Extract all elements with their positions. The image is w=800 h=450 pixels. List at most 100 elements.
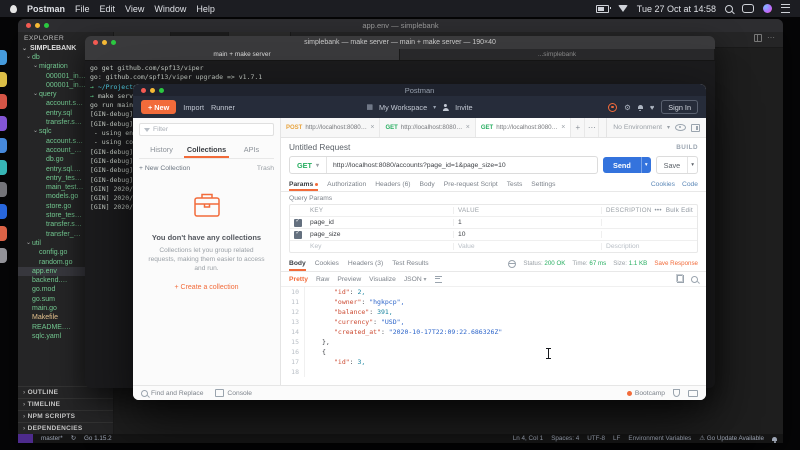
menubar-clock[interactable]: Tue 27 Oct at 14:58 [637,4,716,14]
remote-indicator[interactable] [18,434,33,443]
menubar-menu-item[interactable]: File [75,4,90,14]
sidebar-tab[interactable]: Collections [184,142,229,158]
menubar-menu-item[interactable]: View [125,4,144,14]
zoom-window-icon[interactable] [111,39,116,45]
param-value-cell[interactable]: 1 [454,219,602,226]
copy-response-icon[interactable] [675,273,684,283]
create-collection-link[interactable]: + Create a collection [147,284,266,291]
request-section-tab[interactable]: Headers (6) [375,177,410,191]
param-checkbox[interactable] [294,218,302,227]
statusbar-item[interactable]: Ln 4, Col 1 [513,435,543,442]
explorer-section-header[interactable]: NPM SCRIPTS [18,410,113,422]
response-tab[interactable]: Test Results [392,256,428,271]
more-tabs-icon[interactable]: ⋯ [585,118,600,137]
environment-quick-look-icon[interactable] [675,124,686,131]
shield-icon[interactable] [673,389,680,397]
control-center-icon[interactable] [742,4,754,13]
menubar-app-name[interactable]: Postman [27,4,65,14]
close-tab-icon[interactable]: × [370,124,374,131]
response-view-tab[interactable]: Pretty [289,276,308,283]
close-tab-icon[interactable]: × [466,124,470,131]
dock-app-icon[interactable] [0,94,7,109]
split-editor-icon[interactable] [754,34,762,42]
request-tab[interactable]: GET http://localhost:8080/accounts × [475,118,572,137]
statusbar-item[interactable]: ↻ [71,435,76,442]
close-tab-icon[interactable]: × [561,124,565,131]
code-link[interactable]: Code [682,181,698,188]
url-input[interactable]: http://localhost:8080/accounts?page_id=1… [327,162,512,169]
request-section-tab[interactable]: Body [420,177,435,191]
request-tab[interactable]: GET http://localhost:8080/account × [380,118,476,137]
zoom-window-icon[interactable] [44,22,49,28]
spotlight-search-icon[interactable] [725,4,733,13]
dock-app-icon[interactable] [0,182,7,197]
sidebar-tab[interactable]: History [139,142,184,158]
close-window-icon[interactable] [26,22,31,28]
statusbar-item[interactable]: LF [613,435,620,442]
save-options-caret[interactable]: ▾ [687,157,697,173]
trash-button[interactable]: Trash [257,165,274,172]
response-tab[interactable]: Cookies [315,256,339,271]
close-window-icon[interactable] [93,39,98,45]
zoom-window-icon[interactable] [159,87,164,93]
dock-app-icon[interactable] [0,160,7,175]
settings-gear-icon[interactable]: ⚙ [624,103,631,111]
terminal-tab[interactable]: ...simplebank [400,49,715,60]
terminal-tab[interactable]: main + make server [85,49,400,60]
dock-app-icon[interactable] [0,138,7,153]
format-selector[interactable]: JSON ▾ [404,276,427,283]
param-description-cell[interactable]: Description [602,243,697,250]
apple-menu-icon[interactable] [10,4,17,13]
more-actions-icon[interactable]: ⋯ [767,34,775,42]
param-key-cell[interactable]: page_id [306,219,454,226]
new-button[interactable]: + New [141,100,177,114]
minimize-window-icon[interactable] [150,87,155,93]
dock-app-icon[interactable] [0,248,7,263]
notifications-bell-icon[interactable] [637,104,643,111]
send-button[interactable]: Send [602,157,641,173]
response-tab[interactable]: Headers (3) [348,256,383,271]
response-view-tab[interactable]: Visualize [369,276,396,283]
statusbar-item[interactable]: Spaces: 4 [551,435,579,442]
request-section-tab[interactable]: Settings [531,177,555,191]
find-and-replace-button[interactable]: Find and Replace [141,389,203,397]
notifications-bell-icon[interactable] [772,436,777,443]
statusbar-item[interactable]: ⚠ Go Update Available [699,435,764,442]
request-section-tab[interactable]: Params [289,177,319,191]
explorer-section-header[interactable]: TIMELINE [18,398,113,410]
invite-button[interactable]: Invite [455,103,472,112]
dock-app-icon[interactable] [0,226,7,241]
statusbar-item[interactable]: Go 1.15.2 [84,435,112,442]
param-value-cell[interactable]: Value [454,243,602,250]
statusbar-item[interactable]: Environment Variables [628,435,691,442]
dock-app-icon[interactable] [0,72,7,87]
save-response-button[interactable]: Save Response [654,260,698,267]
wrap-lines-icon[interactable] [434,275,442,283]
menubar-menu-item[interactable]: Help [196,4,215,14]
more-options-icon[interactable]: ••• [654,207,661,214]
param-checkbox[interactable] [294,230,302,239]
new-request-tab-button[interactable]: + [571,118,586,137]
filter-input[interactable]: Filter [139,123,274,136]
request-title[interactable]: Untitled Request [289,142,350,152]
runner-button[interactable]: Runner [211,103,235,112]
wifi-icon[interactable] [617,5,628,12]
siri-icon[interactable] [763,4,772,13]
sync-status-icon[interactable] [608,102,618,112]
request-tab[interactable]: POST http://localhost:8080/accou × [281,118,381,137]
minimize-window-icon[interactable] [102,39,107,45]
keyboard-shortcuts-icon[interactable] [688,389,698,397]
request-section-tab[interactable]: Pre-request Script [444,177,498,191]
response-body-viewer[interactable]: 10 "id": 2, 11 "owner": "hgkpcp", 12 "ba… [281,286,706,386]
explorer-section-header[interactable]: DEPENDENCIES [18,422,113,434]
save-button[interactable]: Save [657,157,688,173]
dock-app-icon[interactable] [0,204,7,219]
bootcamp-button[interactable]: Bootcamp [626,390,665,397]
response-view-tab[interactable]: Preview [337,276,361,283]
search-response-icon[interactable] [691,275,698,283]
param-key-cell[interactable]: page_size [306,231,454,238]
sidebar-tab[interactable]: APIs [229,142,274,158]
environment-selector[interactable]: No Environment [613,124,662,131]
param-value-cell[interactable]: 10 [454,231,602,238]
heart-icon[interactable]: ♥ [650,103,654,111]
